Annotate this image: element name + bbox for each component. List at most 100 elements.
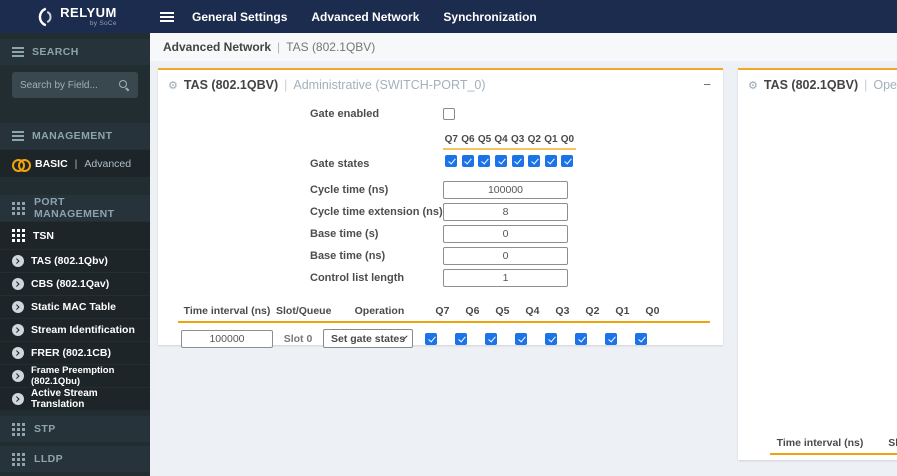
base-time-ns-label: Base time (ns) xyxy=(310,250,386,262)
relyum-logo-icon xyxy=(38,7,52,26)
table-row: Slot 0 Set gate states xyxy=(178,329,710,348)
base-time-ns-row: Base time (ns) xyxy=(158,247,723,265)
sidebar-item-tas[interactable]: TAS (802.1Qbv) xyxy=(0,249,150,272)
table-header-row: Time interval (ns) Slot/Queue xyxy=(776,437,897,449)
logo-text: RELYUM by SoCe xyxy=(60,4,117,27)
row-q5-checkbox[interactable] xyxy=(485,332,497,345)
row-q1-checkbox[interactable] xyxy=(605,332,617,345)
sidebar-header-management: MANAGEMENT xyxy=(0,123,150,149)
gate-enabled-label: Gate enabled xyxy=(310,108,380,120)
gate-enabled-row: Gate enabled xyxy=(158,104,723,124)
grid-icon xyxy=(12,422,15,426)
sidebar-item-basic-advanced[interactable]: BASIC | Advanced xyxy=(0,149,150,177)
panel-title: TAS (802.1QBV) xyxy=(763,78,859,92)
gate-states-queue-labels: Q7 Q6 Q5 Q4 Q3 Q2 Q1 Q0 xyxy=(444,134,575,145)
row-q7-checkbox[interactable] xyxy=(425,332,437,345)
grid-icon xyxy=(12,452,15,456)
rings-icon xyxy=(12,158,31,172)
nav-general-settings[interactable]: General Settings xyxy=(192,10,287,24)
sidebar-item-active-stream-translation[interactable]: Active Stream Translation xyxy=(0,387,150,410)
gate-state-q0-checkbox[interactable] xyxy=(561,155,574,167)
gate-states-label: Gate states xyxy=(310,158,370,170)
row-q0-checkbox[interactable] xyxy=(635,332,647,345)
operation-select[interactable]: Set gate states xyxy=(323,329,413,348)
gate-states-underline xyxy=(443,148,576,150)
cycle-time-label: Cycle time (ns) xyxy=(310,184,389,196)
base-time-s-label: Base time (s) xyxy=(310,228,379,240)
sliders-icon xyxy=(12,47,24,57)
row-q4-checkbox[interactable] xyxy=(515,332,527,345)
row-q2-checkbox[interactable] xyxy=(575,332,587,345)
chevron-right-icon xyxy=(12,347,24,359)
breadcrumb-page: TAS (802.1QBV) xyxy=(286,40,376,54)
time-interval-input[interactable] xyxy=(181,329,273,348)
gate-state-q7-checkbox[interactable] xyxy=(445,155,458,167)
table-header-underline xyxy=(178,321,710,323)
app-window: RELYUM by SoCe General Settings Advanced… xyxy=(0,0,897,476)
sliders-icon xyxy=(12,131,24,141)
operative-control-list-table: Time interval (ns) Slot/Queue xyxy=(770,435,897,455)
control-list-length-label: Control list length xyxy=(310,272,405,284)
gate-enabled-checkbox[interactable] xyxy=(443,108,455,120)
panel-subtitle: Administrative (SWITCH-PORT_0) xyxy=(293,78,486,92)
sidebar-item-frer[interactable]: FRER (802.1CB) xyxy=(0,341,150,364)
gear-icon: ⚙ xyxy=(168,78,178,92)
row-q3-checkbox[interactable] xyxy=(545,332,557,345)
panel-subtitle: Operative (SWITCH-PORT_0) xyxy=(873,78,897,92)
tas-operative-panel: ⚙ TAS (802.1QBV) | Operative (SWITCH-POR… xyxy=(738,68,897,460)
row-q6-checkbox[interactable] xyxy=(455,332,467,345)
base-time-s-input[interactable] xyxy=(443,225,568,243)
content-area: Advanced Network | TAS (802.1QBV) ⚙ TAS … xyxy=(150,33,897,476)
brand-logo[interactable]: RELYUM by SoCe xyxy=(0,0,150,33)
sidebar-item-static-mac-table[interactable]: Static MAC Table xyxy=(0,295,150,318)
gate-state-q4-checkbox[interactable] xyxy=(495,155,508,167)
gear-icon: ⚙ xyxy=(748,78,758,92)
gate-states-checkboxes xyxy=(443,154,576,172)
control-list-length-input[interactable] xyxy=(443,269,568,287)
sidebar-header-lldp[interactable]: LLDP xyxy=(0,446,150,472)
chevron-right-icon xyxy=(12,393,24,405)
sidebar-header-port-management: PORT MANAGEMENT xyxy=(0,195,150,221)
collapse-button[interactable]: − xyxy=(703,78,711,91)
cycle-time-extension-input[interactable] xyxy=(443,203,568,221)
sidebar-item-cbs[interactable]: CBS (802.1Qav) xyxy=(0,272,150,295)
slot-cell: Slot 0 xyxy=(283,332,313,345)
search-input[interactable] xyxy=(20,79,118,91)
tas-administrative-panel: ⚙ TAS (802.1QBV) | Administrative (SWITC… xyxy=(158,68,723,348)
sidebar-header-stp[interactable]: STP xyxy=(0,416,150,442)
table-header-underline xyxy=(770,453,897,455)
top-navbar: RELYUM by SoCe General Settings Advanced… xyxy=(0,0,897,33)
cycle-time-extension-row: Cycle time extension (ns) xyxy=(158,203,723,221)
gate-state-q6-checkbox[interactable] xyxy=(461,155,474,167)
hamburger-icon[interactable] xyxy=(160,11,174,22)
cycle-time-input[interactable] xyxy=(443,181,568,199)
main-menu: General Settings Advanced Network Synchr… xyxy=(192,10,537,24)
grid-icon xyxy=(12,229,15,232)
sidebar-item-tsn[interactable]: TSN xyxy=(0,221,150,249)
table-header-row: Time interval (ns) Slot/Queue Operation … xyxy=(183,305,660,317)
nav-advanced-network[interactable]: Advanced Network xyxy=(311,10,419,24)
gate-state-q5-checkbox[interactable] xyxy=(478,155,491,167)
cycle-time-extension-label: Cycle time extension (ns) xyxy=(310,206,443,218)
search-icon[interactable] xyxy=(118,79,130,91)
gate-state-q3-checkbox[interactable] xyxy=(511,155,524,167)
chevron-right-icon xyxy=(12,301,24,313)
nav-synchronization[interactable]: Synchronization xyxy=(443,10,536,24)
chevron-right-icon xyxy=(12,324,24,336)
basic-label: BASIC xyxy=(35,157,68,170)
sidebar-item-frame-preemption[interactable]: Frame Preemption (802.1Qbu) xyxy=(0,364,150,387)
cycle-time-row: Cycle time (ns) xyxy=(158,181,723,199)
base-time-ns-input[interactable] xyxy=(443,247,568,265)
panel-header: ⚙ TAS (802.1QBV) | Administrative (SWITC… xyxy=(168,78,486,92)
chevron-right-icon xyxy=(12,370,24,382)
gate-state-q1-checkbox[interactable] xyxy=(544,155,557,167)
chevron-right-icon xyxy=(12,278,24,290)
gate-state-q2-checkbox[interactable] xyxy=(528,155,541,167)
gate-states-row: Gate states Q7 Q6 Q5 Q4 Q3 Q2 Q1 Q0 xyxy=(158,134,723,172)
control-list-table: Time interval (ns) Slot/Queue Operation … xyxy=(178,303,710,348)
sidebar-item-stream-identification[interactable]: Stream Identification xyxy=(0,318,150,341)
grid-icon xyxy=(12,201,15,205)
sidebar-header-search: SEARCH xyxy=(0,39,150,65)
sidebar: SEARCH MANAGEMENT BASIC | Advanced PORT … xyxy=(0,33,150,476)
logo-subtext: by SoCe xyxy=(89,19,117,27)
